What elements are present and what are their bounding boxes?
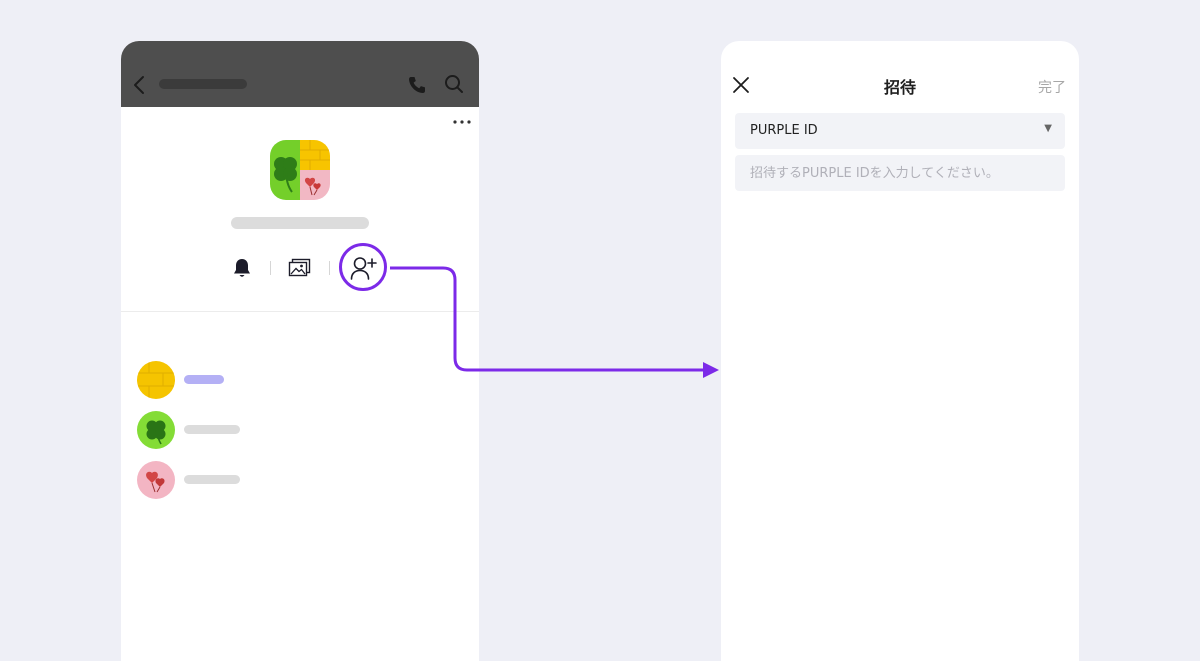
done-button[interactable]: 完了 (1038, 77, 1066, 97)
member-row[interactable] (137, 461, 240, 501)
group-avatar[interactable] (270, 140, 330, 200)
yellow-avatar (137, 361, 175, 399)
member-row[interactable] (137, 411, 240, 451)
chat-title-placeholder (159, 79, 247, 89)
clover-avatar (137, 411, 175, 449)
invite-button[interactable] (339, 243, 387, 291)
search-icon[interactable] (444, 74, 464, 94)
phone-icon[interactable] (407, 75, 427, 95)
heart-avatar (137, 461, 175, 499)
member-name-placeholder (184, 375, 224, 384)
page-title: 招待 (883, 78, 916, 97)
add-person-icon (350, 257, 377, 280)
bell-icon[interactable] (231, 257, 253, 279)
action-separator (329, 261, 330, 275)
member-row[interactable] (137, 361, 224, 401)
member-name-placeholder (184, 425, 240, 434)
caret-down-icon: ▼ (1044, 123, 1052, 134)
invite-screen: 招待 完了 PURPLE ID ▼ (721, 41, 1079, 661)
image-icon[interactable] (288, 257, 312, 279)
more-dots-icon[interactable] (451, 115, 473, 129)
section-divider (121, 311, 479, 312)
back-arrow-icon[interactable] (131, 74, 147, 96)
chat-header (121, 41, 479, 107)
id-type-select[interactable]: PURPLE ID ▼ (735, 113, 1065, 149)
id-type-value: PURPLE ID (750, 123, 818, 138)
action-separator (270, 261, 271, 275)
chat-screen (121, 41, 479, 661)
chat-name-placeholder (231, 217, 369, 229)
member-name-placeholder (184, 475, 240, 484)
id-input-field[interactable] (735, 155, 1065, 191)
